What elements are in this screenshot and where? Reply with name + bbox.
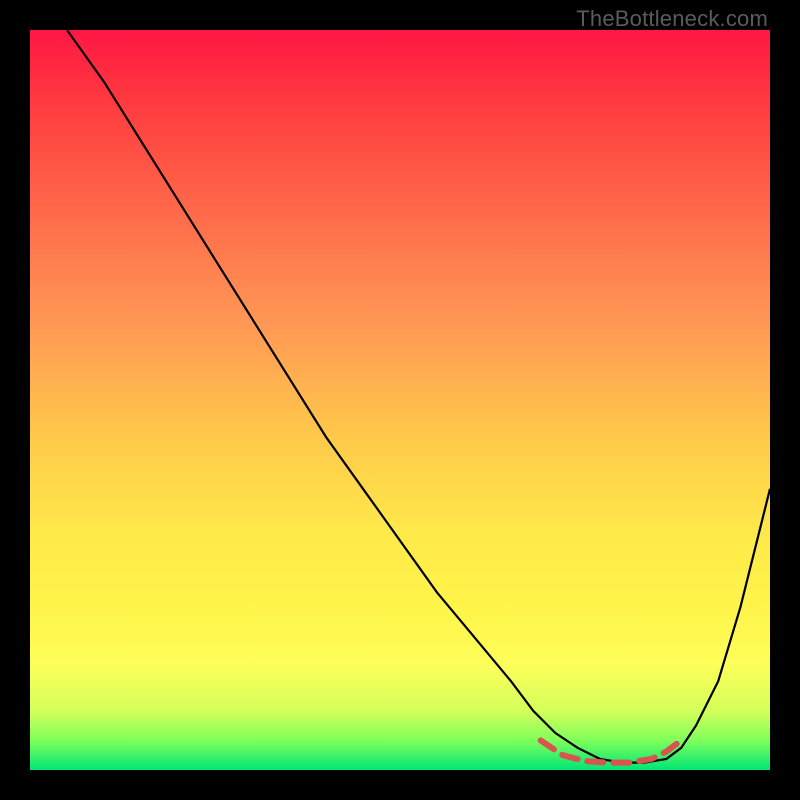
chart-frame [30,30,770,770]
chart-svg [30,30,770,770]
bottleneck-curve [67,30,770,763]
watermark-text: TheBottleneck.com [576,6,768,32]
